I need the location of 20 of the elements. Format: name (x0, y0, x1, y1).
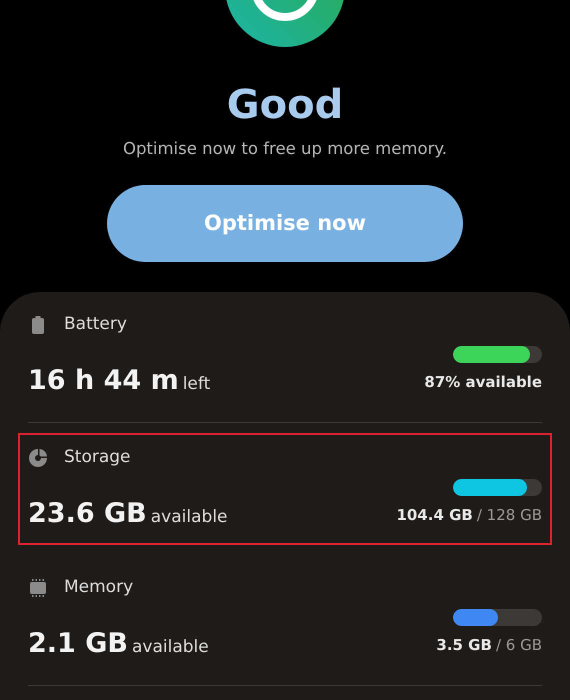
status-message: Optimise now to free up more memory. (122, 139, 448, 158)
item-unit: available (150, 506, 228, 528)
status-title: Good (226, 82, 344, 128)
battery-icon (32, 316, 44, 334)
item-value: 2.1 GB (28, 626, 128, 660)
item-value: 16 h 44 m (28, 364, 179, 398)
pie-chart-icon (29, 448, 47, 467)
item-title: Storage (64, 446, 131, 469)
item-title: Memory (64, 576, 134, 599)
item-title: Battery (64, 313, 127, 336)
optimise-button[interactable]: Optimise now (107, 185, 463, 262)
usage-reading: 3.5 GB (436, 634, 492, 656)
usage-reading: 104.4 GB (396, 504, 473, 526)
chip-icon (29, 578, 47, 597)
item-unit: left (182, 372, 210, 396)
usage-total: / 128 GB (476, 504, 542, 526)
item-value: 23.6 GB (28, 496, 147, 530)
usage-reading: 87% available (424, 372, 542, 392)
item-unit: available (132, 636, 209, 658)
usage-total: / 6 GB (496, 634, 542, 656)
